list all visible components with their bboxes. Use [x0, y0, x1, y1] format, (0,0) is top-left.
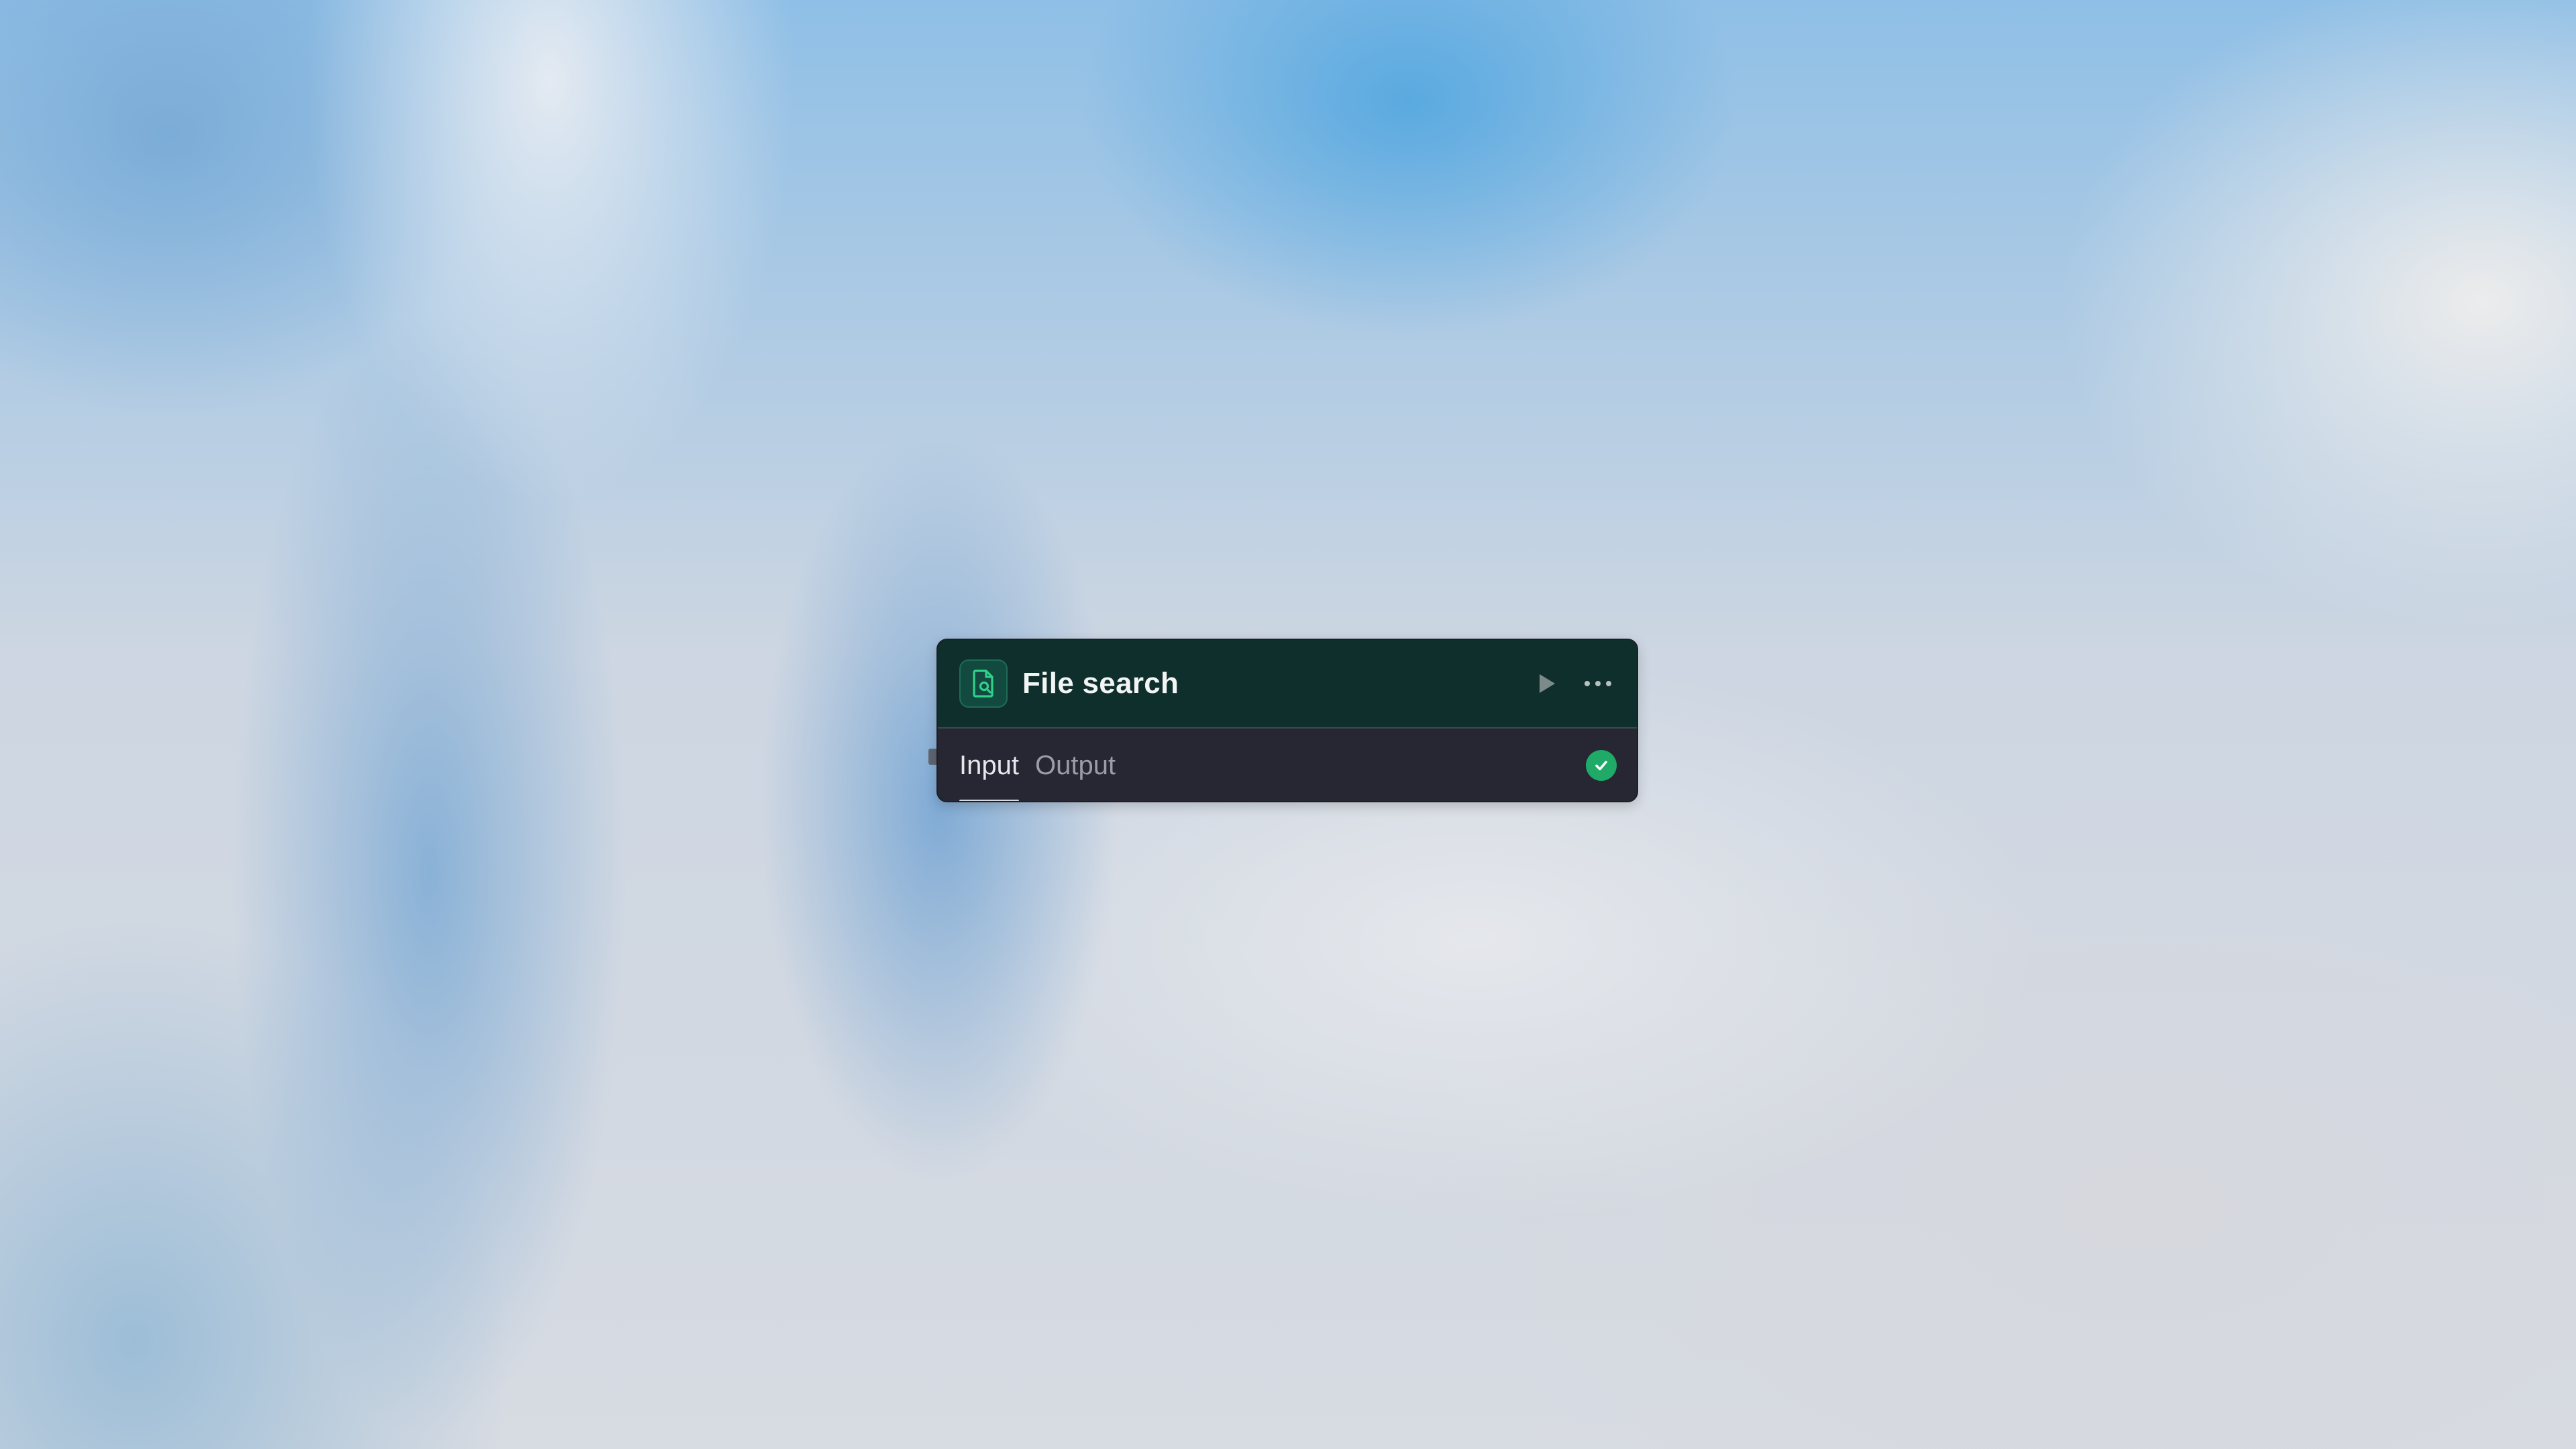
- node-title: File search: [1022, 667, 1179, 700]
- run-button[interactable]: [1529, 666, 1564, 701]
- input-connection-handle[interactable]: [928, 749, 936, 765]
- node-tabs: Input Output: [938, 729, 1637, 801]
- header-actions: [1529, 666, 1615, 701]
- check-circle-icon: [1586, 750, 1617, 781]
- tab-input[interactable]: Input: [959, 729, 1019, 801]
- more-horizontal-icon: [1585, 681, 1611, 686]
- more-options-button[interactable]: [1580, 666, 1615, 701]
- play-icon: [1540, 674, 1555, 693]
- node-header: File search: [938, 640, 1637, 729]
- file-search-node[interactable]: File search Input Output: [936, 639, 1638, 802]
- file-search-icon: [959, 659, 1008, 708]
- tab-output[interactable]: Output: [1035, 729, 1116, 801]
